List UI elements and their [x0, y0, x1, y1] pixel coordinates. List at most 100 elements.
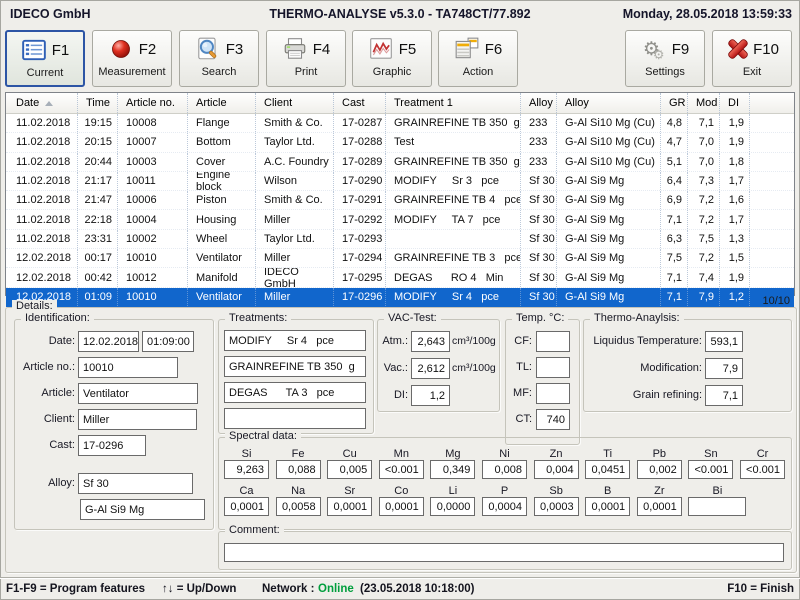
column-header-article[interactable]: Article — [188, 93, 256, 113]
cell: 23:31 — [78, 230, 118, 248]
search-button[interactable]: F3 Search — [179, 30, 259, 87]
column-header-alloy[interactable]: Alloy — [557, 93, 661, 113]
cell-filler — [750, 230, 794, 248]
cell: Sf 30 — [521, 191, 557, 209]
treatment-field-1[interactable]: MODIFY Sr 4 pce — [224, 330, 366, 351]
action-button[interactable]: F6 Action — [438, 30, 518, 87]
modification-field[interactable]: 7,9 — [705, 358, 743, 379]
measurement-button[interactable]: F2 Measurement — [92, 30, 172, 87]
column-header-article-no-[interactable]: Article no. — [118, 93, 188, 113]
table-row[interactable]: 11.02.201820:1510007BottomTaylor Ltd.17-… — [6, 133, 794, 152]
cast-field[interactable]: 17-0296 — [78, 435, 146, 456]
spectral-element-si: Si — [224, 448, 269, 460]
spectral-b-field[interactable]: 0,0001 — [585, 497, 630, 516]
table-row[interactable]: 12.02.201801:0910010VentilatorMiller17-0… — [6, 288, 794, 307]
cell: 11.02.2018 — [6, 133, 78, 151]
table-row[interactable]: 11.02.201821:1710011Engine blockWilson17… — [6, 172, 794, 191]
tl-field[interactable] — [536, 357, 570, 378]
table-row[interactable]: 11.02.201820:4410003CoverA.C. Foundry17-… — [6, 153, 794, 172]
graphic-button[interactable]: F5 Graphic — [352, 30, 432, 87]
cell: Wheel — [188, 230, 256, 248]
spectral-element-sb: Sb — [534, 485, 579, 497]
spectral-si-field[interactable]: 9,263 — [224, 460, 269, 479]
column-header-time[interactable]: Time — [78, 93, 118, 113]
settings-button[interactable]: ⚙⚙ F9 Settings — [625, 30, 705, 87]
cell: G-Al Si10 Mg (Cu) — [557, 153, 661, 171]
column-header-di[interactable]: DI — [720, 93, 750, 113]
cell: 10010 — [118, 288, 188, 306]
ct-field[interactable]: 740 — [536, 409, 570, 430]
print-button[interactable]: F4 Print — [266, 30, 346, 87]
spectral-ni-field[interactable]: 0,008 — [482, 460, 527, 479]
date-field[interactable]: 12.02.2018 — [78, 331, 139, 352]
table-row[interactable]: 12.02.201800:4210012ManifoldIDECO GmbH17… — [6, 268, 794, 287]
cell: 17-0296 — [334, 288, 386, 306]
cell: 10003 — [118, 153, 188, 171]
cell: G-Al Si10 Mg (Cu) — [557, 133, 661, 151]
cell: Miller — [256, 249, 334, 267]
spectral-co-field[interactable]: 0,0001 — [379, 497, 424, 516]
spectral-cr-field[interactable]: <0.001 — [740, 460, 785, 479]
spectral-zr-field[interactable]: 0,0001 — [637, 497, 682, 516]
cell: 7,1 — [688, 114, 720, 132]
spectral-sn-field[interactable]: <0.001 — [688, 460, 733, 479]
column-header-alloy[interactable]: Alloy — [521, 93, 557, 113]
article-label: Article: — [10, 383, 75, 404]
cell: 4,7 — [661, 133, 688, 151]
spectral-cu-field[interactable]: 0,005 — [327, 460, 372, 479]
tl-label: TL: — [505, 357, 532, 378]
column-header-client[interactable]: Client — [256, 93, 334, 113]
comment-field[interactable] — [224, 543, 784, 562]
column-header-cast[interactable]: Cast — [334, 93, 386, 113]
alloy-name-field[interactable]: G-Al Si9 Mg — [80, 499, 205, 520]
liquidus-field[interactable]: 593,1 — [705, 331, 743, 352]
spectral-zn-field[interactable]: 0,004 — [534, 460, 579, 479]
treatment-field-2[interactable]: GRAINREFINE TB 350 g — [224, 356, 366, 377]
table-row[interactable]: 11.02.201823:3110002WheelTaylor Ltd.17-0… — [6, 230, 794, 249]
column-header-gr[interactable]: GR — [661, 93, 688, 113]
spectral-pb-field[interactable]: 0,002 — [637, 460, 682, 479]
table-row[interactable]: 11.02.201822:1810004HousingMiller17-0292… — [6, 210, 794, 229]
cf-field[interactable] — [536, 331, 570, 352]
cell: GRAINREFINE TB 3 pce — [386, 249, 521, 267]
spectral-p-field[interactable]: 0,0004 — [482, 497, 527, 516]
column-header-date[interactable]: Date — [6, 93, 78, 113]
article-no-field[interactable]: 10010 — [78, 357, 178, 378]
cell: G-Al Si9 Mg — [557, 249, 661, 267]
vac-field[interactable]: 2,612 — [411, 358, 450, 379]
article-field[interactable]: Ventilator — [78, 383, 198, 404]
mf-field[interactable] — [536, 383, 570, 404]
alloy-code-field[interactable]: Sf 30 — [78, 473, 193, 494]
spectral-element-li: Li — [430, 485, 475, 497]
table-row[interactable]: 11.02.201821:4710006PistonSmith & Co.17-… — [6, 191, 794, 210]
atm-field[interactable]: 2,643 — [411, 331, 450, 352]
table-row[interactable]: 12.02.201800:1710010VentilatorMiller17-0… — [6, 249, 794, 268]
cell: 17-0292 — [334, 210, 386, 228]
spectral-fe-field[interactable]: 0,088 — [276, 460, 321, 479]
spectral-bi-field[interactable] — [688, 497, 746, 516]
client-field[interactable]: Miller — [78, 409, 197, 430]
grain-refining-field[interactable]: 7,1 — [705, 385, 743, 406]
spectral-ca-field[interactable]: 0,0001 — [224, 497, 269, 516]
chart-icon — [368, 36, 394, 62]
spectral-mg-field[interactable]: 0,349 — [430, 460, 475, 479]
spectral-mn-field[interactable]: <0.001 — [379, 460, 424, 479]
treatment-field-3[interactable]: DEGAS TA 3 pce — [224, 382, 366, 403]
spectral-sb-field[interactable]: 0,0003 — [534, 497, 579, 516]
di-field[interactable]: 1,2 — [411, 385, 450, 406]
cell: Test — [386, 133, 521, 151]
column-header-mod[interactable]: Mod — [688, 93, 720, 113]
spectral-na-field[interactable]: 0,0058 — [276, 497, 321, 516]
exit-button[interactable]: F10 Exit — [712, 30, 792, 87]
liquidus-label: Liquidus Temperature: — [585, 331, 702, 352]
column-header-treatment-1[interactable]: Treatment 1 — [386, 93, 521, 113]
treatment-field-4[interactable] — [224, 408, 366, 429]
table-row[interactable]: 11.02.201819:1510008FlangeSmith & Co.17-… — [6, 114, 794, 133]
cell: 10007 — [118, 133, 188, 151]
spectral-li-field[interactable]: 0,0000 — [430, 497, 475, 516]
current-button[interactable]: F1 Current — [5, 30, 85, 87]
time-field[interactable]: 01:09:00 — [142, 331, 194, 352]
cell: MODIFY TA 7 pce — [386, 210, 521, 228]
spectral-ti-field[interactable]: 0,0451 — [585, 460, 630, 479]
spectral-sr-field[interactable]: 0,0001 — [327, 497, 372, 516]
